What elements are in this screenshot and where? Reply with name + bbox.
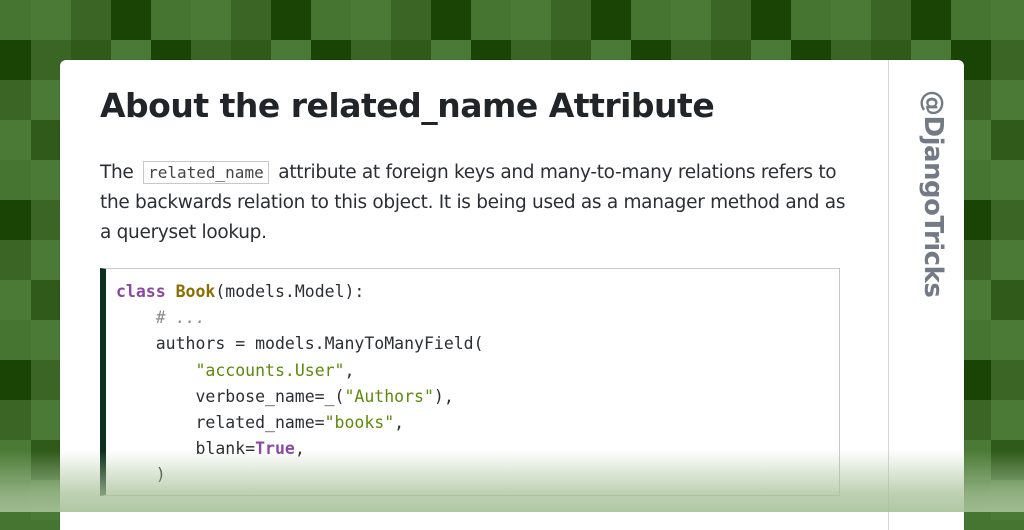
- paragraph-text-start: The: [100, 162, 134, 183]
- code-token: verbose_name=_(: [116, 386, 345, 406]
- background-tile: [0, 120, 31, 160]
- background-tile: [831, 0, 871, 40]
- background-tile: [991, 160, 1024, 200]
- code-line: verbose_name=_("Authors"),: [116, 384, 839, 410]
- code-token: ,: [394, 413, 405, 433]
- background-tile: [271, 0, 311, 40]
- code-content: class Book(models.Model): # ... authors …: [116, 279, 839, 489]
- background-tile: [991, 480, 1024, 520]
- background-tile: [991, 240, 1024, 280]
- description-paragraph: The related_name attribute at foreign ke…: [100, 158, 850, 248]
- code-token: ,: [294, 439, 305, 459]
- code-line: class Book(models.Model):: [116, 279, 839, 305]
- code-line: related_name="books",: [116, 410, 839, 436]
- background-tile: [0, 480, 31, 520]
- background-tile: [591, 0, 631, 40]
- tip-card: About the related_name Attribute The rel…: [60, 60, 964, 530]
- background-tile: [71, 0, 111, 40]
- background-tile: [911, 0, 951, 40]
- background-tile: [351, 0, 391, 40]
- background-tile: [0, 0, 31, 40]
- background-tile: [871, 0, 911, 40]
- background-tile: [0, 440, 31, 480]
- vertical-divider: [888, 60, 889, 530]
- background-tile: [511, 0, 551, 40]
- inline-code: related_name: [143, 161, 269, 184]
- background-tile: [471, 0, 511, 40]
- background-tile: [631, 0, 671, 40]
- code-line: # ...: [116, 305, 839, 331]
- background-tile: [991, 40, 1024, 80]
- code-token: # ...: [155, 308, 206, 328]
- twitter-handle[interactable]: @DjangoTricks: [908, 90, 948, 310]
- background-tile: [31, 0, 71, 40]
- background-tile: [0, 360, 31, 400]
- background-tile: [991, 280, 1024, 320]
- background-tile: [991, 120, 1024, 160]
- background-tile: [0, 80, 31, 120]
- code-token: class: [116, 282, 166, 301]
- background-tile: [551, 0, 591, 40]
- code-token: ),: [433, 386, 454, 406]
- background-tile: [0, 200, 31, 240]
- code-token: (models.Model):: [215, 282, 365, 301]
- background-tile: [391, 0, 431, 40]
- code-line: "accounts.User",: [116, 358, 839, 384]
- code-token: "Authors": [344, 386, 434, 406]
- background-tile: [791, 0, 831, 40]
- background-tile: [951, 0, 991, 40]
- code-token: related_name=: [116, 413, 325, 433]
- background-tile: [311, 0, 351, 40]
- background-tile: [991, 80, 1024, 120]
- page-title: About the related_name Attribute: [100, 86, 715, 125]
- background-tile: [991, 360, 1024, 400]
- code-line: authors = models.ManyToManyField(: [116, 331, 839, 357]
- code-block: class Book(models.Model): # ... authors …: [100, 268, 840, 496]
- background-tile: [991, 440, 1024, 480]
- background-tile: [991, 200, 1024, 240]
- background-tile: [231, 0, 271, 40]
- background-tile: [151, 0, 191, 40]
- code-token: Book: [175, 282, 216, 301]
- code-token: ,: [344, 360, 355, 380]
- code-token: authors = models.ManyToManyField(: [116, 334, 484, 354]
- background-tile: [0, 240, 31, 280]
- background-tile: [991, 320, 1024, 360]
- background-tile: [0, 320, 31, 360]
- background-tile: [991, 0, 1024, 40]
- background-tile: [0, 40, 31, 80]
- background-tile: [991, 400, 1024, 440]
- background-tile: [751, 0, 791, 40]
- code-token: blank=: [116, 439, 256, 459]
- background-tile: [191, 0, 231, 40]
- background-tile: [431, 0, 471, 40]
- background-tile: [111, 0, 151, 40]
- background-tile: [0, 280, 31, 320]
- code-token: True: [255, 439, 295, 459]
- code-token: "books": [324, 413, 395, 433]
- code-token: ): [116, 465, 166, 485]
- background-tile: [0, 400, 31, 440]
- code-token: "accounts.User": [195, 360, 345, 380]
- code-line: blank=True,: [116, 436, 839, 462]
- code-line: ): [116, 462, 839, 488]
- background-tile: [0, 160, 31, 200]
- background-tile: [711, 0, 751, 40]
- background-tile: [671, 0, 711, 40]
